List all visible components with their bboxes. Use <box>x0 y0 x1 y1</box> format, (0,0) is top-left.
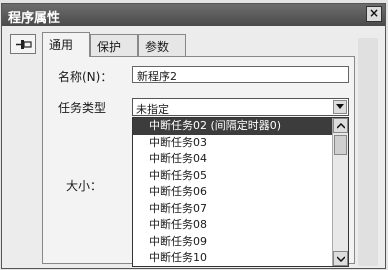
tab-protection[interactable]: 保护 <box>90 34 138 56</box>
chevron-up-icon <box>337 123 345 129</box>
scroll-down-button[interactable] <box>333 251 348 266</box>
dropdown-options: 中断任务02 (间隔定时器0) 中断任务03 中断任务04 中断任务05 中断任… <box>133 118 333 266</box>
dropdown-option[interactable]: 中断任务06 <box>133 184 333 201</box>
task-type-value: 未指定 <box>136 103 169 116</box>
dropdown-option[interactable]: 中断任务02 (间隔定时器0) <box>133 118 333 135</box>
scroll-up-button[interactable] <box>333 118 348 133</box>
window-title: 程序属性 <box>8 11 61 26</box>
pin-button[interactable] <box>10 34 36 54</box>
dropdown-option[interactable]: 中断任务09 <box>133 234 333 251</box>
tab-parameters[interactable]: 参数 <box>138 34 186 56</box>
tab-general-label: 通用 <box>49 38 74 52</box>
pin-icon <box>16 40 32 49</box>
title-bar[interactable]: 程序属性 × <box>2 4 385 26</box>
dropdown-option[interactable]: 中断任务03 <box>133 135 333 152</box>
dropdown-option[interactable]: 中断任务05 <box>133 168 333 185</box>
dropdown-option[interactable]: 中断任务04 <box>133 151 333 168</box>
chevron-down-icon <box>336 104 344 109</box>
dialog-right-area <box>358 38 378 266</box>
tab-protection-label: 保护 <box>97 40 122 54</box>
tab-parameters-label: 参数 <box>145 40 170 54</box>
tab-general[interactable]: 通用 <box>42 32 90 57</box>
task-type-dropdown-list[interactable]: 中断任务02 (间隔定时器0) 中断任务03 中断任务04 中断任务05 中断任… <box>132 117 349 267</box>
task-type-dropdown-button[interactable] <box>333 100 347 114</box>
task-type-label: 任务类型 <box>58 101 107 115</box>
dropdown-option[interactable]: 中断任务10 <box>133 250 333 266</box>
name-label: 名称(N)： <box>58 70 113 84</box>
dropdown-option[interactable]: 中断任务07 <box>133 201 333 218</box>
size-label: 大小： <box>66 179 103 193</box>
scroll-thumb[interactable] <box>334 135 347 155</box>
task-type-select[interactable]: 未指定 <box>132 98 349 116</box>
dropdown-scrollbar[interactable] <box>332 118 348 266</box>
chevron-down-icon <box>337 256 345 262</box>
name-input[interactable]: 新程序2 <box>132 66 349 83</box>
program-properties-dialog: 程序属性 × 通用 保护 参数 名称(N)： 新程序2 任务类型 未指定 大小：… <box>1 3 386 269</box>
close-button[interactable]: × <box>366 6 382 22</box>
dropdown-option[interactable]: 中断任务08 <box>133 217 333 234</box>
